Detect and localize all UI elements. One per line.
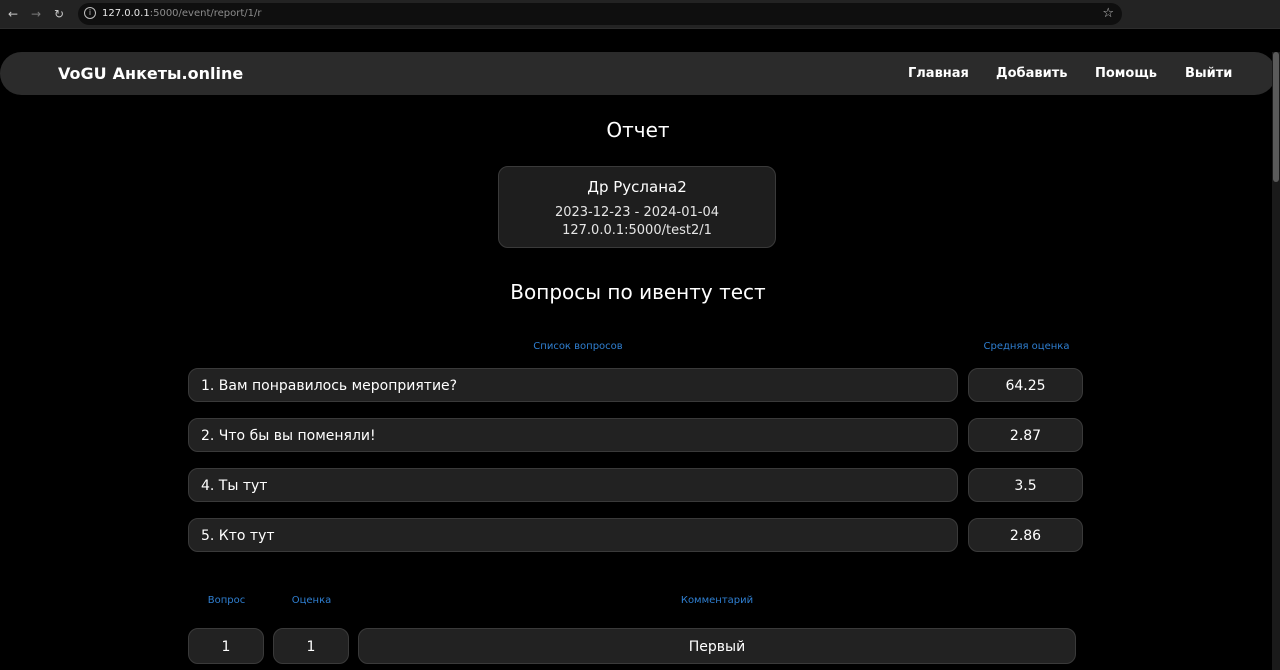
column-header-score: Оценка <box>291 595 332 606</box>
page-top-gap <box>0 29 1280 52</box>
question-text: 1. Вам понравилось мероприятие? <box>201 378 458 394</box>
column-header-average: Средняя оценка <box>983 341 1070 352</box>
comment-question-cell: 1 <box>188 628 264 664</box>
site-navbar: VoGU Анкеты.online Главная Добавить Помощ… <box>0 52 1276 95</box>
event-info-card: Др Руслана2 2023-12-23 - 2024-01-04 127.… <box>498 166 776 248</box>
back-arrow-icon[interactable]: ← <box>4 5 22 23</box>
question-row: 2. Что бы вы поменяли! <box>188 418 958 452</box>
address-bar[interactable]: i 127.0.0.1:5000/event/report/1/r ☆ <box>78 3 1122 25</box>
brand-short: VoGU <box>58 64 107 83</box>
nav-link-add[interactable]: Добавить <box>996 65 1067 83</box>
question-text: 2. Что бы вы поменяли! <box>201 428 376 444</box>
average-score-cell: 2.87 <box>968 418 1083 452</box>
average-score-cell: 2.86 <box>968 518 1083 552</box>
column-header-question-number: Вопрос <box>207 595 246 606</box>
comment-score: 1 <box>306 639 316 655</box>
brand-logo[interactable]: VoGU Анкеты.online <box>58 63 243 85</box>
address-url[interactable]: 127.0.0.1:5000/event/report/1/r <box>102 7 262 21</box>
comment-text-cell: Первый <box>358 628 1076 664</box>
comment-score-cell: 1 <box>273 628 349 664</box>
questions-section-title: Вопросы по ивенту тест <box>510 280 766 304</box>
average-score: 2.87 <box>1009 428 1042 444</box>
average-score-cell: 64.25 <box>968 368 1083 402</box>
url-path: :5000/event/report/1/r <box>149 8 262 19</box>
url-host: 127.0.0.1 <box>102 8 150 19</box>
average-score: 3.5 <box>1014 478 1037 494</box>
bookmark-star-icon[interactable]: ☆ <box>1102 5 1114 22</box>
question-text: 4. Ты тут <box>201 478 268 494</box>
question-row: 4. Ты тут <box>188 468 958 502</box>
event-url: 127.0.0.1:5000/test2/1 <box>562 223 712 238</box>
scrollbar-thumb[interactable] <box>1273 52 1279 182</box>
question-text: 5. Кто тут <box>201 528 275 544</box>
comment-text: Первый <box>688 639 746 655</box>
average-score-cell: 3.5 <box>968 468 1083 502</box>
nav-link-home[interactable]: Главная <box>908 65 969 83</box>
event-dates: 2023-12-23 - 2024-01-04 <box>554 205 720 220</box>
average-score: 2.86 <box>1009 528 1042 544</box>
nav-link-help[interactable]: Помощь <box>1095 65 1157 83</box>
comment-question-number: 1 <box>221 639 231 655</box>
question-row: 1. Вам понравилось мероприятие? <box>188 368 958 402</box>
forward-arrow-icon[interactable]: → <box>27 5 45 23</box>
average-score: 64.25 <box>1005 378 1046 394</box>
browser-toolbar: ← → ↻ i 127.0.0.1:5000/event/report/1/r … <box>0 0 1280 29</box>
page-scrollbar[interactable] <box>1272 52 1280 670</box>
reload-icon[interactable]: ↻ <box>50 5 68 23</box>
site-info-icon[interactable]: i <box>84 7 96 19</box>
column-header-questions: Список вопросов <box>533 341 623 352</box>
page-title: Отчет <box>606 118 670 142</box>
question-row: 5. Кто тут <box>188 518 958 552</box>
nav-link-logout[interactable]: Выйти <box>1185 65 1232 83</box>
brand-name: Анкеты.online <box>112 64 244 83</box>
event-name: Др Руслана2 <box>587 178 687 196</box>
column-header-comment: Комментарий <box>680 595 754 606</box>
